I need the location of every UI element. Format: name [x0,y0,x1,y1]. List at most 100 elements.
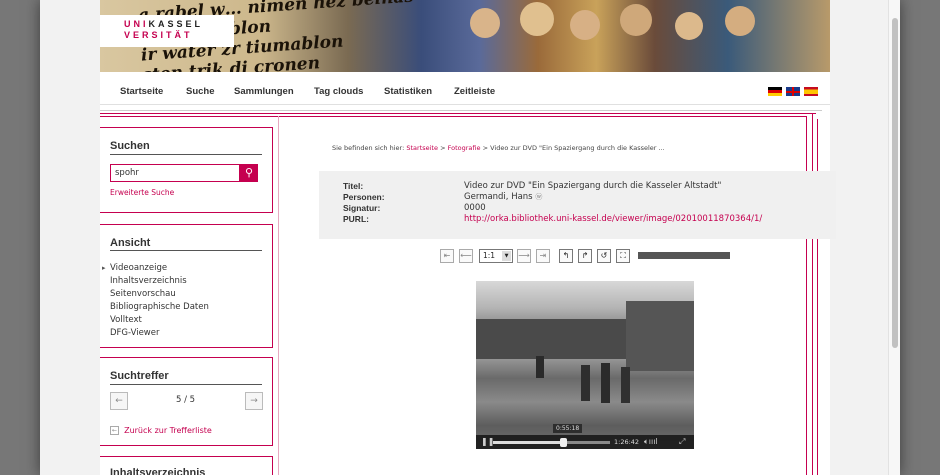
rotate-left-button[interactable]: ↰ [559,249,573,263]
video-player[interactable]: ❚❚ 0:55:18 1:26:42 🔈︎ıııl ⤢ [476,281,694,449]
next-page-icon: ⟶ [518,251,530,260]
fullscreen-icon[interactable]: ⤢ [679,437,685,447]
view-item-volltext[interactable]: Volltext [110,314,209,327]
flag-es-icon[interactable] [804,87,818,96]
video-duration: 1:26:42 [614,438,640,446]
prev-page-button[interactable]: ⟵ [459,249,473,263]
nav-sammlungen[interactable]: Sammlungen [234,86,294,97]
zoom-slider[interactable] [638,252,730,259]
divider [110,250,262,251]
chevron-down-icon: ▼ [502,251,511,261]
frame-line [806,116,807,475]
signature-value: 0000 [464,203,486,213]
toc-title: Inhaltsverzeichnis [110,467,206,475]
banner-figure [520,2,554,36]
hits-counter: 5 / 5 [176,395,196,405]
scrollbar-thumb[interactable] [892,18,898,348]
flag-de-icon[interactable] [768,87,782,96]
view-item-seitenvorschau[interactable]: Seitenvorschau [110,288,209,301]
prev-page-icon: ⟵ [460,251,472,260]
logo-versitaet: VERSITÄT [124,30,193,40]
search-box: Suchen ⚲ Erweiterte Suche [100,127,273,213]
divider [100,110,822,111]
rotate-right-button[interactable]: ↱ [578,249,592,263]
search-button[interactable]: ⚲ [240,164,258,182]
view-list: Videoanzeige Inhaltsverzeichnis Seitenvo… [102,262,209,340]
person-info-icon[interactable]: ⓦ [535,193,542,201]
nav-startseite[interactable]: Startseite [120,86,163,97]
hits-title: Suchtreffer [110,370,169,382]
logo-uni: UNI [124,19,149,29]
flag-en-icon[interactable] [786,87,800,96]
signature-label: Signatur: [343,203,381,213]
window-scrollbar[interactable] [888,0,900,475]
banner-figure [725,6,755,36]
breadcrumb-separator: > [440,144,446,152]
video-scrubber[interactable] [560,438,568,447]
divider [110,384,262,385]
banner-figure [620,4,652,36]
hover-time: 0:55:18 [553,424,583,433]
persons-value: Germandi, Hans ⓦ [464,192,542,202]
purl-link[interactable]: http://orka.bibliothek.uni-kassel.de/vie… [464,214,762,224]
volume-icon[interactable]: 🔈︎ıııl [644,437,658,447]
banner-figure [470,8,500,38]
view-item-bibliographische-daten[interactable]: Bibliographische Daten [110,301,209,314]
video-controls: ❚❚ 0:55:18 1:26:42 🔈︎ıııl ⤢ [476,424,694,449]
breadcrumb-prefix: Sie befinden sich hier: [332,144,405,152]
breadcrumb-fotografie[interactable]: Fotografie [448,144,481,152]
view-item-dfg-viewer[interactable]: DFG-Viewer [110,327,209,340]
frame-line [100,113,816,114]
view-item-videoanzeige[interactable]: Videoanzeige [102,262,209,275]
arrow-left-icon: ← [115,396,123,406]
breadcrumb-current: Video zur DVD "Ein Spaziergang durch die… [490,144,665,152]
breadcrumb-startseite[interactable]: Startseite [406,144,438,152]
view-title: Ansicht [110,237,151,249]
fullscreen-icon: ⛶ [620,251,626,260]
back-to-results-link[interactable]: Zurück zur Trefferliste [124,426,212,435]
page: a rabel w… nimen hez belnasdiz tiumablon… [100,0,836,475]
divider [110,154,262,155]
pause-icon[interactable]: ❚❚ [481,437,494,447]
video-progress-fill [493,441,564,444]
banner-figure [675,12,703,40]
zoom-select[interactable]: 1:1 ▼ [479,249,513,263]
view-item-inhaltsverzeichnis[interactable]: Inhaltsverzeichnis [110,275,209,288]
header-banner: a rabel w… nimen hez belnasdiz tiumablon… [100,0,830,72]
breadcrumb: Sie befinden sich hier: Startseite > Fot… [332,144,665,152]
first-page-button[interactable]: ⇤ [440,249,454,263]
banner-figure [570,10,600,40]
advanced-search-link[interactable]: Erweiterte Suche [110,188,174,197]
video-frame-person [581,365,590,401]
toc-box: Inhaltsverzeichnis [100,456,273,475]
hits-box: Suchtreffer ← 5 / 5 → ← Zurück zur Treff… [100,357,273,446]
university-logo[interactable]: UNIKASSEL VERSITÄT [100,15,234,47]
video-progress[interactable] [493,441,610,444]
nav-zeitleiste[interactable]: Zeitleiste [454,86,495,97]
nav-suche[interactable]: Suche [186,86,215,97]
main-nav: Startseite Suche Sammlungen Tag clouds S… [100,79,830,105]
last-page-icon: ⇥ [539,251,547,260]
reset-icon: ↺ [600,251,608,260]
reset-rotation-button[interactable]: ↺ [597,249,611,263]
logo-kassel: KASSEL [148,19,204,29]
nav-statistiken[interactable]: Statistiken [384,86,432,97]
breadcrumb-separator: > [482,144,489,152]
search-input[interactable] [110,164,240,182]
persons-name[interactable]: Germandi, Hans [464,192,533,202]
video-frame-building [476,319,626,359]
prev-hit-button[interactable]: ← [110,392,128,410]
back-to-results[interactable]: ← Zurück zur Trefferliste [110,420,212,439]
nav-tag-clouds[interactable]: Tag clouds [314,86,363,97]
last-page-button[interactable]: ⇥ [536,249,550,263]
title-value: Video zur DVD "Ein Spaziergang durch die… [464,181,722,191]
video-frame-building [626,301,694,371]
video-frame-person [621,367,630,403]
view-box: Ansicht Videoanzeige Inhaltsverzeichnis … [100,224,273,348]
frame-line [278,116,279,475]
video-frame-person [601,363,610,403]
next-page-button[interactable]: ⟶ [517,249,531,263]
first-page-icon: ⇤ [443,251,451,260]
next-hit-button[interactable]: → [245,392,263,410]
fullscreen-button[interactable]: ⛶ [616,249,630,263]
